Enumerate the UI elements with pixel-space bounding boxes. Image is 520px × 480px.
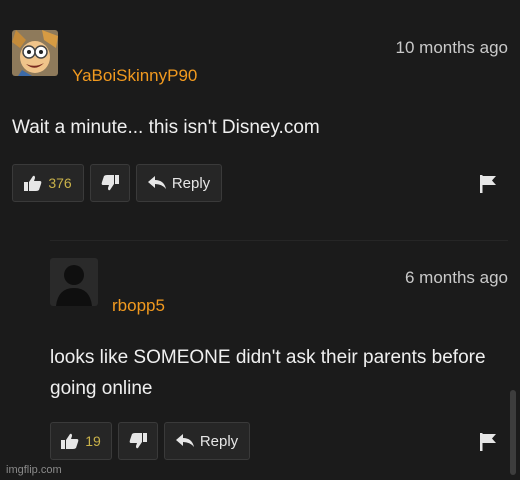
timestamp: 6 months ago (404, 268, 508, 287)
username[interactable]: YaBoiSkinnyP90 (72, 66, 197, 86)
flag-icon (480, 433, 496, 451)
watermark: imgflip.com (6, 464, 62, 476)
comment-2: rbopp5 6 months ago looks like SOMEONE d… (0, 240, 520, 480)
reply-label: Reply (171, 174, 211, 192)
thumbs-up-icon (61, 433, 79, 449)
comment-text: Wait a minute... this isn't Disney.com (12, 117, 320, 138)
like-button[interactable]: 376 (12, 164, 84, 202)
reply-arrow-icon (147, 176, 166, 189)
flag-button[interactable] (470, 424, 506, 460)
timestamp: 10 months ago (395, 38, 508, 57)
avatar[interactable] (12, 30, 58, 76)
reply-button[interactable]: Reply (164, 422, 250, 460)
thumbs-up-icon (24, 175, 42, 191)
like-button[interactable]: 19 (50, 422, 112, 460)
like-count: 19 (85, 433, 101, 449)
divider (50, 240, 508, 241)
comment-text: looks like SOMEONE didn't ask their pare… (50, 347, 486, 399)
comment-1: YaBoiSkinnyP90 10 months ago Wait a minu… (0, 0, 520, 230)
scrollbar[interactable] (510, 390, 516, 475)
flag-button[interactable] (470, 166, 506, 202)
thumbs-down-icon (101, 175, 119, 191)
default-avatar-icon[interactable] (50, 258, 98, 306)
like-count: 376 (48, 175, 72, 191)
flag-icon (480, 175, 496, 193)
comment-actions: 376 Reply (12, 164, 222, 202)
reply-button[interactable]: Reply (136, 164, 222, 202)
thumbs-down-icon (129, 433, 147, 449)
reply-arrow-icon (175, 434, 194, 447)
comment-actions: 19 Reply (50, 422, 250, 460)
dislike-button[interactable] (90, 164, 130, 202)
reply-label: Reply (199, 432, 239, 450)
dislike-button[interactable] (118, 422, 158, 460)
username[interactable]: rbopp5 (112, 296, 165, 316)
